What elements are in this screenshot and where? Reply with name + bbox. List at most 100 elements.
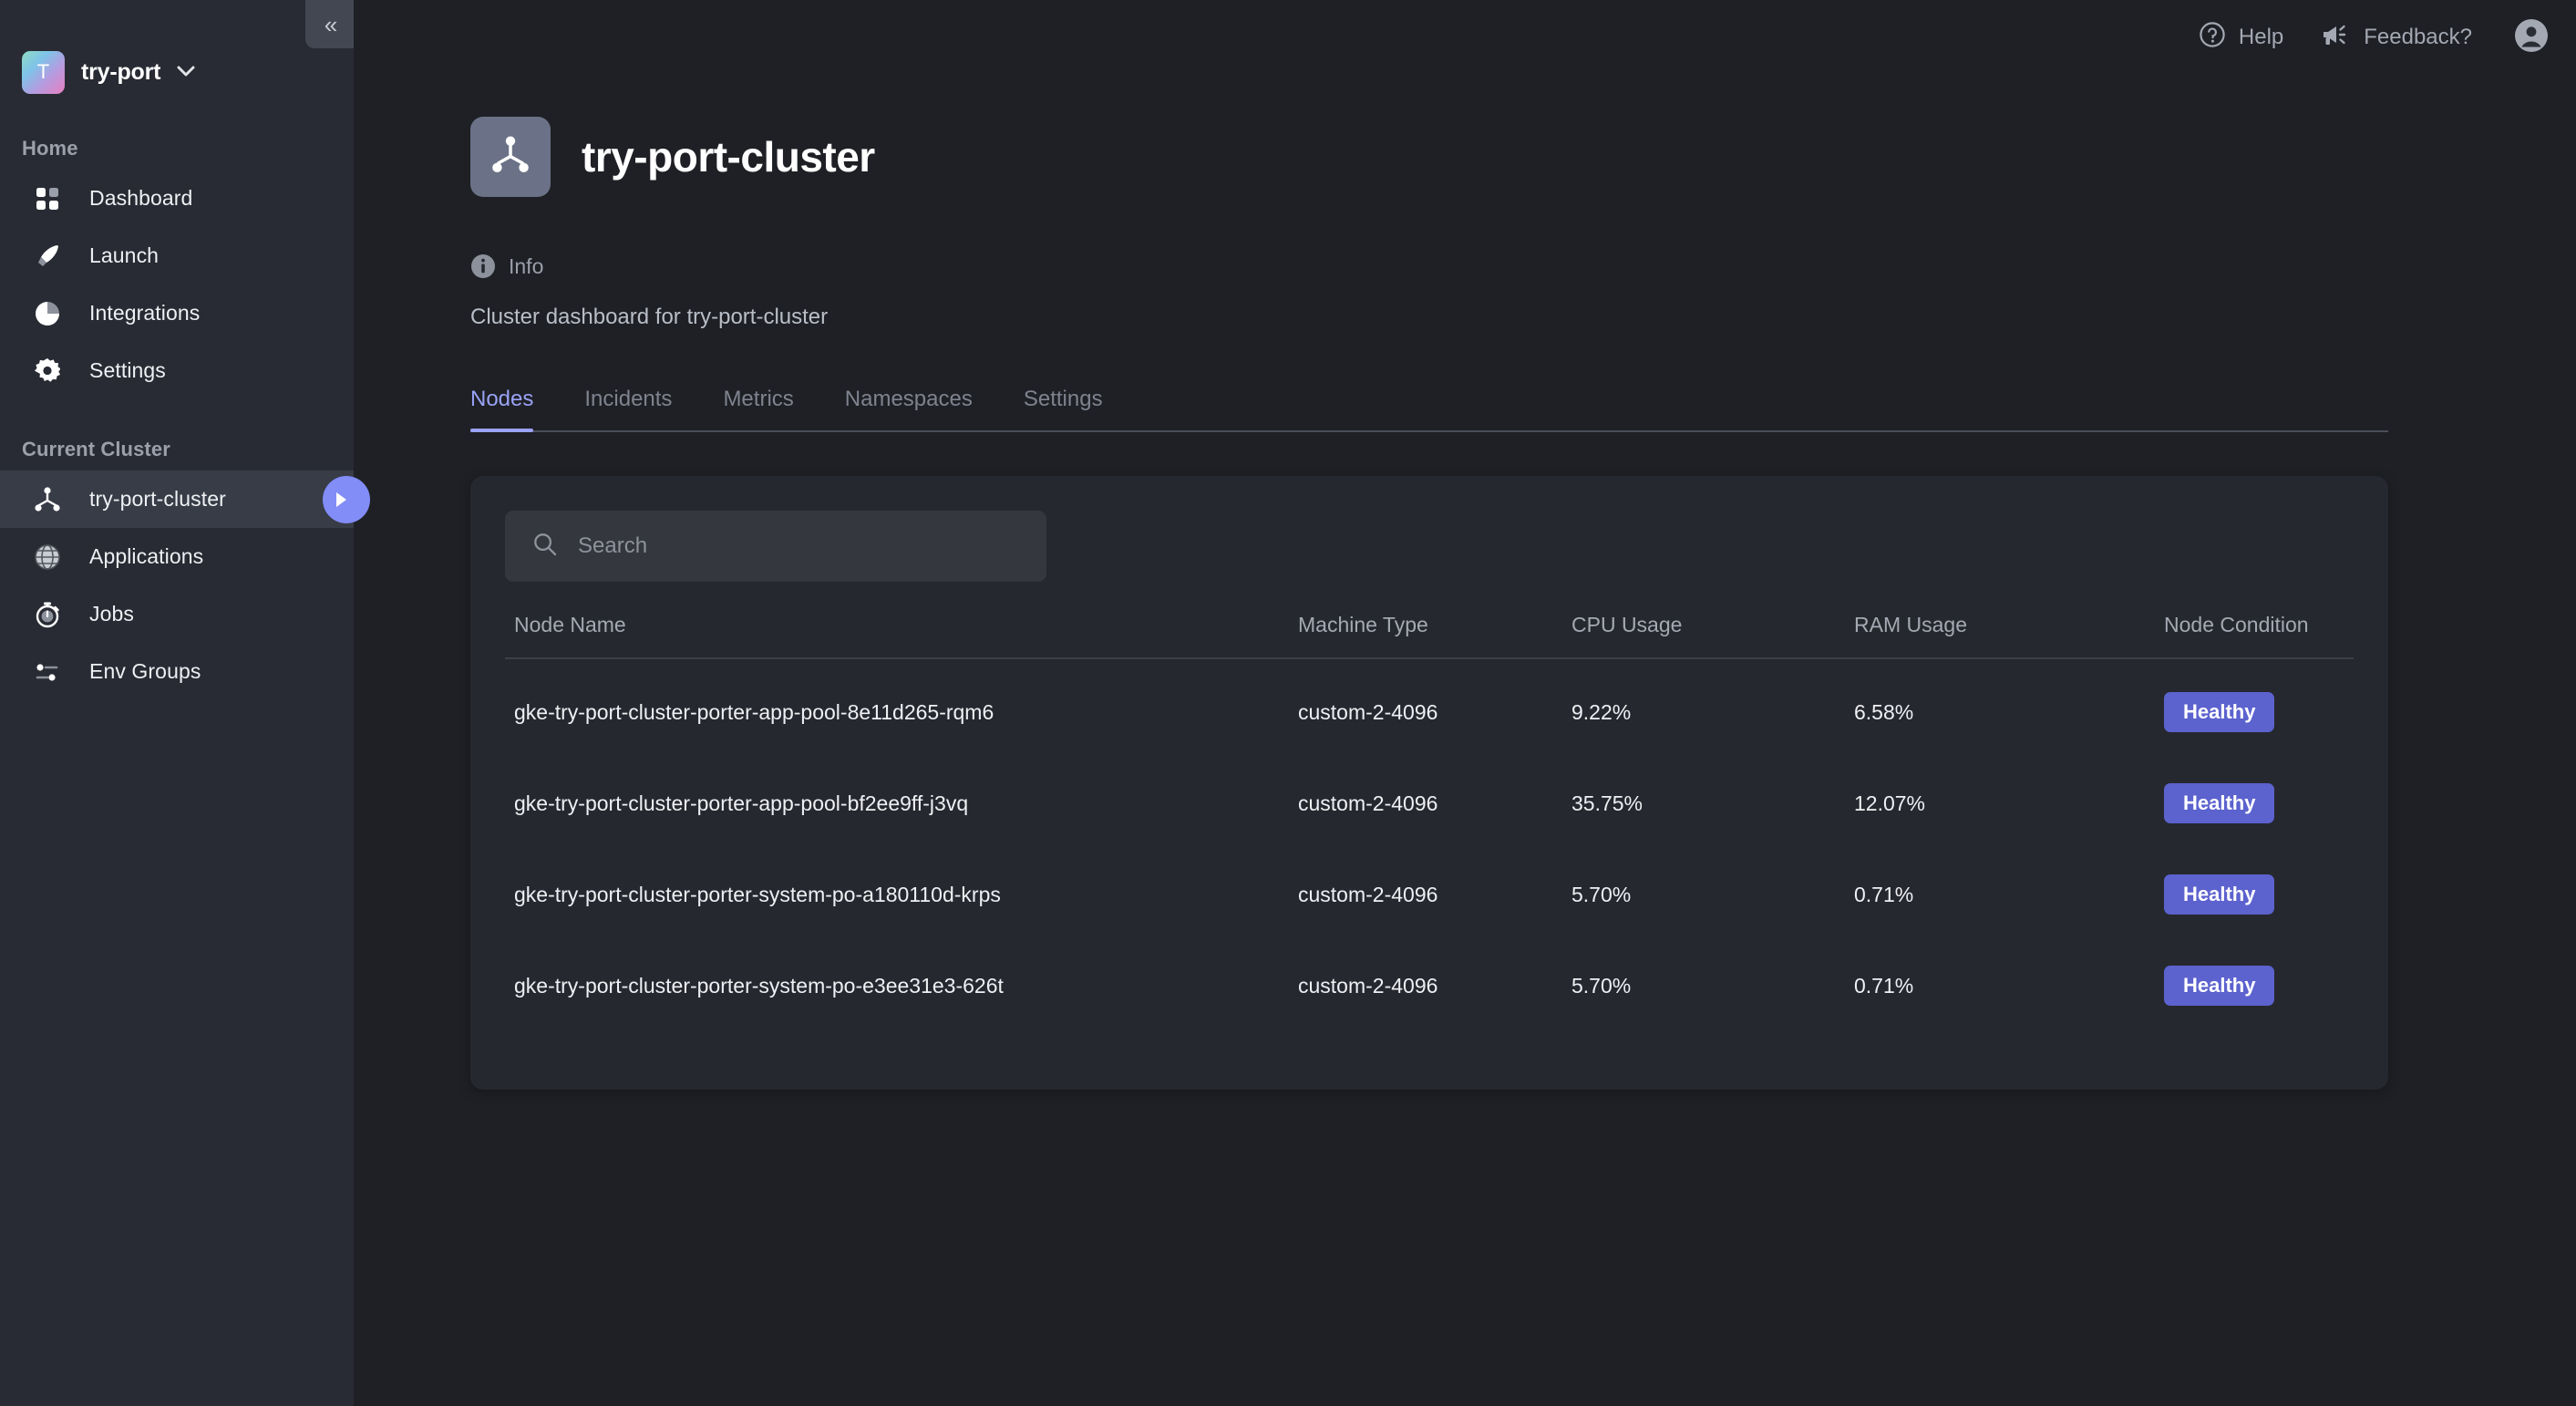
org-avatar-letter: T [36,60,50,83]
column-header-ram-usage[interactable]: RAM Usage [1845,613,2155,659]
feedback-label: Feedback? [2364,25,2472,49]
sidebar: « T try-port Home Dashboard Launch Integ… [0,0,370,1406]
sidebar-item-settings[interactable]: Settings [0,342,354,399]
cell-machine-type: custom-2-4096 [1298,882,1438,906]
stopwatch-icon [31,598,64,631]
cell-cpu-usage: 5.70% [1571,882,1632,906]
page-content: try-port-cluster Info Cluster dashboard … [354,0,2576,1090]
table-row[interactable]: gke-try-port-cluster-porter-system-po-a1… [505,849,2354,940]
sidebar-item-label: Env Groups [89,659,201,683]
status-badge: Healthy [2164,874,2275,915]
app-root: « T try-port Home Dashboard Launch Integ… [0,0,2576,1406]
account-menu-button[interactable] [2514,18,2549,57]
cluster-icon-badge [470,117,551,197]
table-body: gke-try-port-cluster-porter-app-pool-8e1… [505,658,2354,1031]
tab-nodes[interactable]: Nodes [470,387,534,432]
rocket-icon [31,240,64,273]
sidebar-item-label: Dashboard [89,186,193,210]
topbar: Help Feedback? [2160,0,2576,75]
help-label: Help [2238,25,2284,49]
info-label: Info [509,253,544,278]
table-header-row: Node Name Machine Type CPU Usage RAM Usa… [505,613,2354,659]
sidebar-item-env-groups[interactable]: Env Groups [0,643,354,700]
cell-cpu-usage: 5.70% [1571,973,1632,998]
page-header: try-port-cluster [470,117,2576,197]
tab-incidents[interactable]: Incidents [584,387,672,430]
sidebar-item-jobs[interactable]: Jobs [0,585,354,643]
chevron-double-left-icon: « [324,10,338,38]
sidebar-item-label: Applications [89,544,204,568]
info-row: Info [470,253,2576,279]
cell-machine-type: custom-2-4096 [1298,699,1438,724]
tab-bar: Nodes Incidents Metrics Namespaces Setti… [470,387,2388,432]
column-header-node-name[interactable]: Node Name [505,613,1289,659]
arrow-right-icon [336,491,346,507]
cell-ram-usage: 0.71% [1854,973,1914,998]
sidebar-section-current-cluster-label: Current Cluster [22,438,170,460]
cell-cpu-usage: 9.22% [1571,699,1632,724]
sidebar-item-integrations[interactable]: Integrations [0,284,354,342]
sidebar-item-applications[interactable]: Applications [0,528,354,585]
sidebar-item-label: Launch [89,243,160,267]
sidebar-section-home-label: Home [22,137,78,160]
cluster-go-button[interactable] [323,475,370,523]
cell-node-name: gke-try-port-cluster-porter-system-po-a1… [514,882,1001,906]
cluster-nodes-icon [31,483,64,516]
status-badge: Healthy [2164,783,2275,823]
gear-icon [31,355,64,388]
cell-cpu-usage: 35.75% [1571,791,1643,815]
page-title: try-port-cluster [582,133,875,181]
cell-machine-type: custom-2-4096 [1298,973,1438,998]
tab-metrics[interactable]: Metrics [723,387,793,430]
sidebar-item-try-port-cluster[interactable]: try-port-cluster [0,470,370,528]
status-badge: Healthy [2164,966,2275,1006]
cell-node-name: gke-try-port-cluster-porter-app-pool-bf2… [514,791,969,815]
tab-namespaces[interactable]: Namespaces [845,387,973,430]
org-name: try-port [81,58,161,85]
cell-node-name: gke-try-port-cluster-porter-system-po-e3… [514,973,1004,998]
sliders-icon [31,656,64,688]
grid-icon [31,182,64,215]
nodes-table: Node Name Machine Type CPU Usage RAM Usa… [505,613,2354,1031]
column-header-node-condition[interactable]: Node Condition [2155,613,2354,659]
search-placeholder: Search [578,533,648,558]
column-header-cpu-usage[interactable]: CPU Usage [1562,613,1845,659]
page-description: Cluster dashboard for try-port-cluster [470,305,829,329]
help-button[interactable]: Help [2199,21,2283,55]
table-head: Node Name Machine Type CPU Usage RAM Usa… [505,613,2354,659]
sidebar-item-label: try-port-cluster [89,487,226,511]
cell-node-condition: Healthy [2155,758,2354,849]
table-row[interactable]: gke-try-port-cluster-porter-app-pool-8e1… [505,658,2354,758]
cell-node-condition: Healthy [2155,658,2354,758]
sidebar-item-dashboard[interactable]: Dashboard [0,170,354,227]
cell-ram-usage: 12.07% [1854,791,1926,815]
nodes-card: Search Node Name Machine Type CPU Usage … [470,476,2388,1090]
pie-chart-icon [31,297,64,330]
cell-ram-usage: 6.58% [1854,699,1914,724]
table-row[interactable]: gke-try-port-cluster-porter-system-po-e3… [505,940,2354,1031]
sidebar-item-label: Jobs [89,602,134,625]
main-content: Help Feedback? try-port-cluster Info Clu… [354,0,2576,1406]
org-avatar: T [22,50,65,94]
chevron-down-icon [177,66,195,79]
sidebar-item-launch[interactable]: Launch [0,227,354,284]
feedback-button[interactable]: Feedback? [2322,21,2472,55]
help-circle-icon [2199,21,2226,55]
cell-machine-type: custom-2-4096 [1298,791,1438,815]
org-switcher[interactable]: T try-port [0,46,354,98]
tab-settings[interactable]: Settings [1024,387,1103,430]
search-icon [532,532,558,562]
info-icon [470,253,496,279]
column-header-machine-type[interactable]: Machine Type [1289,613,1562,659]
sidebar-item-label: Integrations [89,301,201,325]
table-row[interactable]: gke-try-port-cluster-porter-app-pool-bf2… [505,758,2354,849]
cell-node-name: gke-try-port-cluster-porter-app-pool-8e1… [514,699,994,724]
user-avatar-icon [2514,18,2549,57]
cell-node-condition: Healthy [2155,940,2354,1031]
cell-ram-usage: 0.71% [1854,882,1914,906]
status-badge: Healthy [2164,692,2275,732]
sidebar-collapse-button[interactable]: « [305,0,354,48]
cell-node-condition: Healthy [2155,849,2354,940]
search-input[interactable]: Search [505,511,1046,582]
sidebar-item-label: Settings [89,358,166,382]
